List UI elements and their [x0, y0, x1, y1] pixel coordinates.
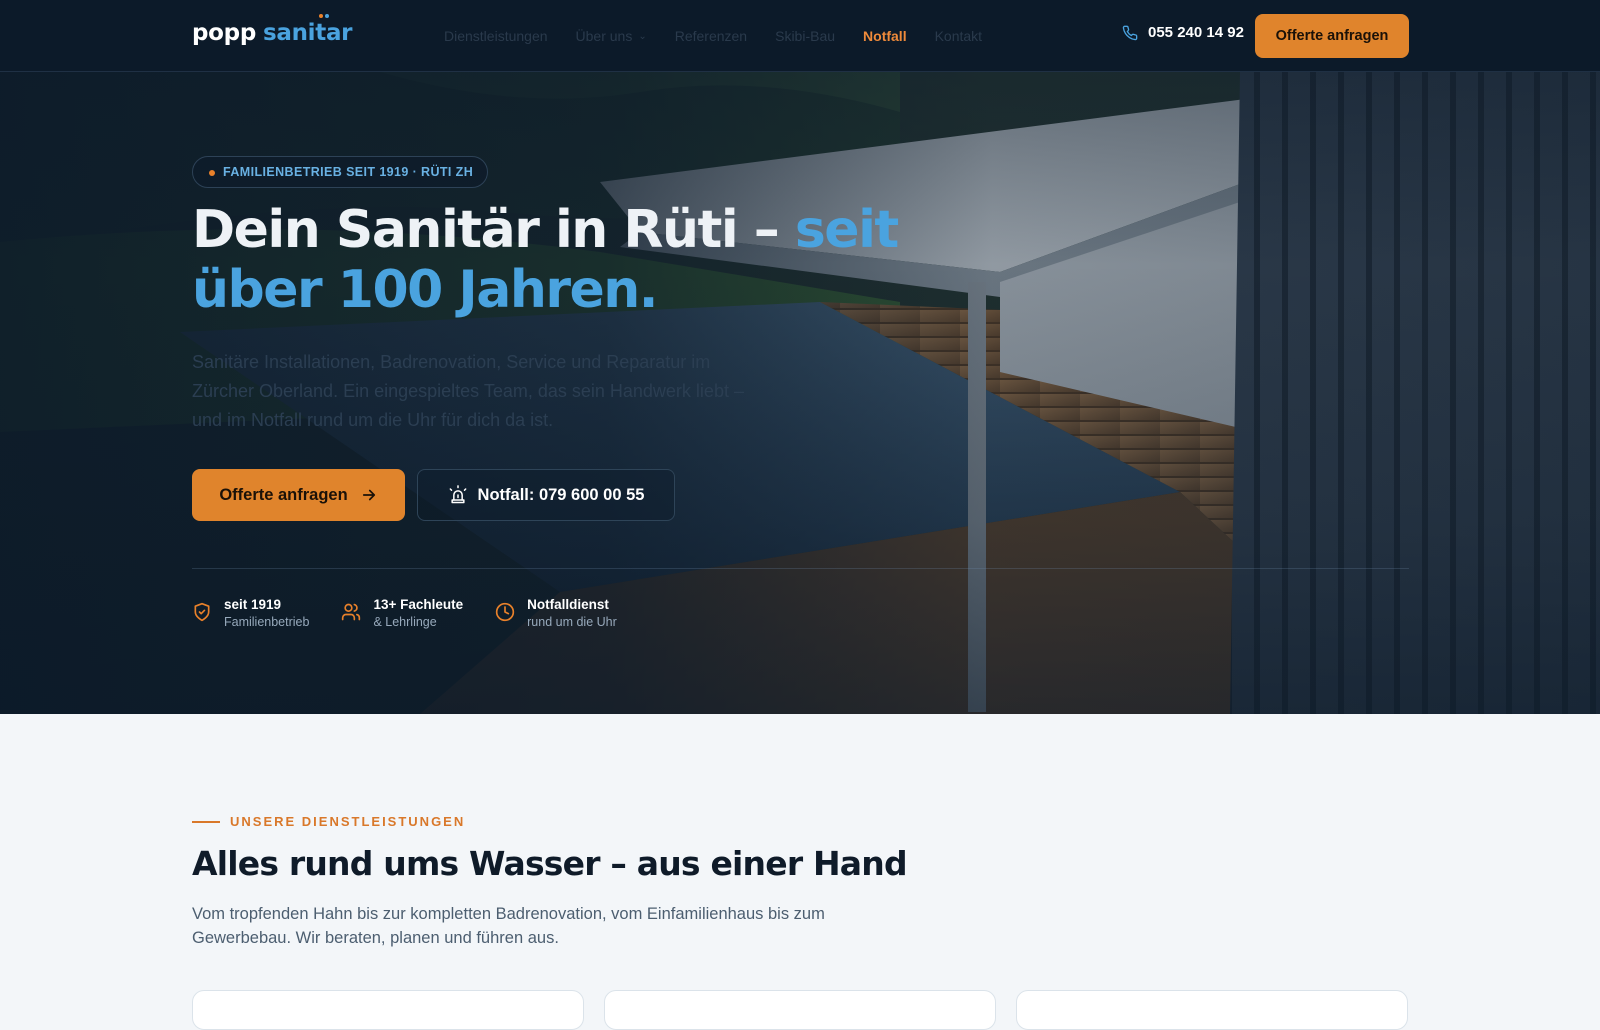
- services-eyebrow: UNSERE DIENSTLEISTUNGEN: [192, 814, 465, 829]
- stat-subtitle: Familienbetrieb: [224, 615, 310, 629]
- stat-subtitle: & Lehrlinge: [373, 615, 437, 629]
- service-card[interactable]: [1016, 990, 1408, 1030]
- nav-ueber-uns-label: Über uns: [575, 28, 633, 44]
- hero-stats: seit 1919 Familienbetrieb 13+ Fachleute …: [192, 596, 617, 631]
- hero-title: Dein Sanitär in Rüti – seit über 100 Jah…: [192, 200, 952, 320]
- service-card[interactable]: [192, 990, 584, 1030]
- nav-dienstleistungen[interactable]: Dienstleistungen: [444, 28, 548, 44]
- hero-badge: FAMILIENBETRIEB SEIT 1919 · RÜTI ZH: [192, 156, 489, 188]
- logo-dots-icon: [319, 14, 331, 19]
- service-card[interactable]: [604, 990, 996, 1030]
- stat-item: Notfalldienst rund um die Uhr: [495, 596, 617, 631]
- hero-title-main: Dein Sanitär in Rüti –: [192, 200, 795, 260]
- hero-divider: [192, 568, 1409, 569]
- header-phone-link[interactable]: 055 240 14 92: [1122, 24, 1244, 41]
- stat-subtitle: rund um die Uhr: [527, 615, 617, 629]
- hero-description: Sanitäre Installationen, Badrenovation, …: [192, 352, 744, 430]
- nav-referenzen[interactable]: Referenzen: [675, 28, 747, 44]
- services-eyebrow-text: UNSERE DIENSTLEISTUNGEN: [230, 814, 466, 829]
- shield-check-icon: [194, 602, 210, 622]
- hero-badge-text: FAMILIENBETRIEB SEIT 1919 · RÜTI ZH: [223, 165, 474, 179]
- logo-word-sanitar: sanitar: [263, 14, 353, 46]
- services-section: UNSERE DIENSTLEISTUNGEN Alles rund ums W…: [0, 714, 1600, 1030]
- users-icon: [342, 603, 361, 621]
- services-description: Vom tropfenden Hahn bis zur kompletten B…: [192, 905, 825, 947]
- stat-item: 13+ Fachleute & Lehrlinge: [341, 596, 463, 631]
- stat-title: Notfalldienst: [527, 597, 609, 612]
- arrow-right-icon: [362, 489, 375, 501]
- nav-ueber-uns[interactable]: Über uns ⌄: [576, 28, 647, 44]
- siren-icon: [449, 485, 466, 504]
- logo[interactable]: popp sanitar: [192, 14, 353, 54]
- hero-section: FAMILIENBETRIEB SEIT 1919 · RÜTI ZH Dein…: [0, 72, 1600, 714]
- nav-skibi-bau[interactable]: Skibi-Bau: [775, 28, 835, 44]
- hero-emergency-button[interactable]: Notfall: 079 600 00 55: [417, 469, 675, 521]
- hero-emergency-label: Notfall: 079 600 00 55: [477, 485, 645, 504]
- services-title: Alles rund ums Wasser – aus einer Hand: [192, 844, 908, 883]
- header-phone-number: 055 240 14 92: [1148, 24, 1244, 41]
- header-offer-button[interactable]: Offerte anfragen: [1255, 14, 1409, 58]
- phone-icon: [1122, 25, 1138, 40]
- hero-offer-button[interactable]: Offerte anfragen: [192, 469, 405, 521]
- site-header: popp sanitar Dienstleistungen Über uns ⌄…: [0, 0, 1600, 72]
- eyebrow-line: [192, 820, 220, 823]
- hero-offer-button-label: Offerte anfragen: [219, 485, 348, 504]
- stat-item: seit 1919 Familienbetrieb: [192, 596, 309, 631]
- nav-kontakt[interactable]: Kontakt: [935, 28, 982, 44]
- nav-notfall[interactable]: Notfall: [863, 28, 907, 44]
- main-nav: Dienstleistungen Über uns ⌄ Referenzen S…: [444, 0, 1010, 72]
- stat-title: 13+ Fachleute: [373, 597, 464, 612]
- chevron-down-icon: ⌄: [638, 30, 647, 42]
- logo-word-popp: popp: [192, 20, 256, 46]
- badge-dot-icon: [209, 170, 215, 176]
- stat-title: seit 1919: [224, 597, 282, 612]
- clock-icon: [495, 602, 515, 622]
